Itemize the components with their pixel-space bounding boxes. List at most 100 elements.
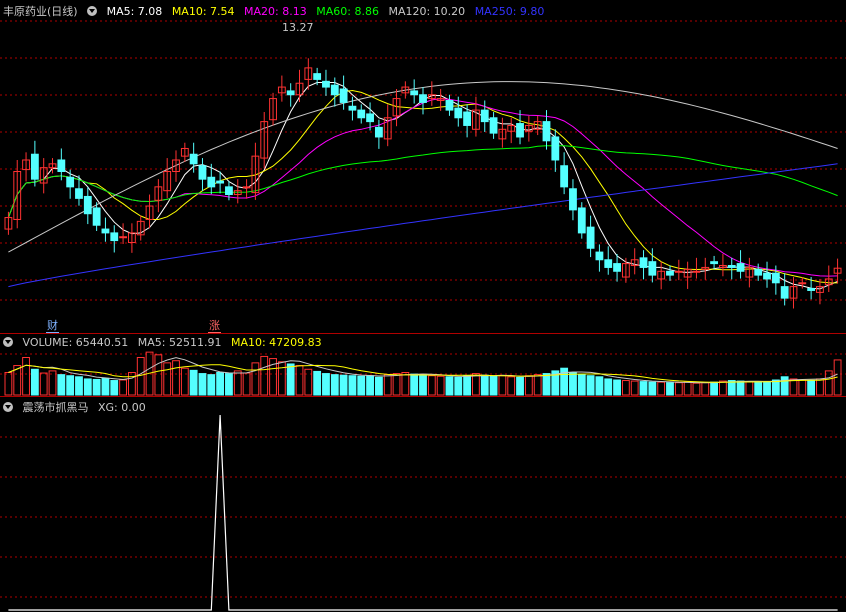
volume-bar [339,374,348,396]
volume-bar [427,375,436,396]
candle-body [419,94,427,103]
volume-bar [383,374,392,396]
ma60-label: MA60: 8.86 [316,5,379,18]
ma120-label: MA120: 10.20 [388,5,466,18]
volume-bar [595,376,604,396]
cai-flag[interactable]: 财 [46,320,59,333]
volume-bar [657,381,666,396]
candle-body [92,207,101,226]
volume-bar [30,368,39,396]
indicator-header: 震荡市抓黑马 XG: 0.00 [3,399,152,415]
volume-label: VOLUME: 65440.51 [22,336,129,349]
volume-bar [233,370,242,396]
volume-bar [480,374,489,396]
volume-bar [621,380,630,396]
volume-bar [225,373,233,396]
candle-body [489,117,498,134]
zhang-flag[interactable]: 涨 [208,320,221,333]
dropdown-icon[interactable] [3,337,13,347]
candle-body [366,113,374,123]
volume-bar [692,382,701,396]
volume-bar [180,367,189,396]
candle-body [66,176,75,188]
volume-bar [613,379,621,396]
candle-body [727,265,736,268]
ma60-line [7,145,838,218]
volume-bar [216,372,225,396]
volume-bar [472,373,480,396]
candle-body [198,165,207,180]
volume-bar [489,375,498,396]
volume-bar [392,373,401,396]
high-price-label: 13.27 [282,21,314,34]
candle-body [586,226,595,249]
indicator-panel[interactable]: 震荡市抓黑马 XG: 0.00 [0,397,846,612]
xg-label: XG: 0.00 [98,401,146,414]
xg-line [8,414,838,611]
volume-panel[interactable]: VOLUME: 65440.51 MA5: 52511.91 MA10: 472… [0,334,846,396]
candle-body [374,126,383,138]
candle-body [569,188,577,211]
volume-bar [322,373,330,396]
candle-body [30,153,39,180]
candle-body [763,272,771,280]
candle-body [542,121,551,142]
volume-bar [4,372,13,396]
volume-bar [445,376,454,396]
candle-body [595,251,604,261]
volume-bar [666,382,674,396]
volume-bar [119,379,127,396]
volume-bar [516,376,524,396]
candle-body [357,109,366,119]
volume-bar [577,374,586,396]
volume-bar [604,378,613,396]
volume-bar [357,375,366,396]
volume-bar [163,362,172,396]
volume-bar [719,380,727,396]
stock-title: 丰原药业(日线) [3,5,78,18]
volume-bar [75,376,83,396]
volume-bar [710,381,719,396]
volume-bar [57,374,66,396]
volume-bar [807,380,816,396]
candle-body [454,107,463,119]
candle-body [516,123,524,138]
volume-bar [242,372,251,396]
candle-body [771,272,780,284]
indicator-chart[interactable] [0,397,846,612]
candle-body [225,186,233,196]
volume-bar [39,372,48,396]
volume-bar [366,375,374,396]
volume-bar [789,378,798,396]
vol-ma10-label: MA10: 47209.83 [230,336,322,349]
candle-body [242,186,251,189]
candle-body [189,153,198,165]
candlestick-chart[interactable] [0,0,846,333]
candle-body [551,136,560,161]
volume-bar [66,375,75,396]
volume-bar [304,368,313,396]
candle-body [780,286,789,299]
volume-bar [630,380,639,396]
candle-body [348,105,357,111]
candle-body [313,73,322,80]
ma250-line [8,163,838,288]
candle-body [560,165,569,188]
candle-body [736,263,745,272]
dropdown-icon[interactable] [87,6,98,16]
volume-bar [348,375,357,396]
volume-bar [586,375,595,396]
dropdown-icon[interactable] [3,402,13,412]
price-panel[interactable]: 丰原药业(日线) MA5: 7.08 MA10: 7.54 MA20: 8.13… [0,0,846,333]
volume-bar [524,375,533,396]
volume-bar [313,370,322,396]
volume-bar [101,377,110,396]
volume-bar [330,374,339,396]
volume-bar [507,376,516,396]
candle-body [75,188,83,199]
candle-body [710,261,719,265]
vol-ma5-label: MA5: 52511.91 [137,336,222,349]
candle-body [692,270,701,273]
ma20-line [7,98,838,277]
ma250-label: MA250: 9.80 [474,5,545,18]
